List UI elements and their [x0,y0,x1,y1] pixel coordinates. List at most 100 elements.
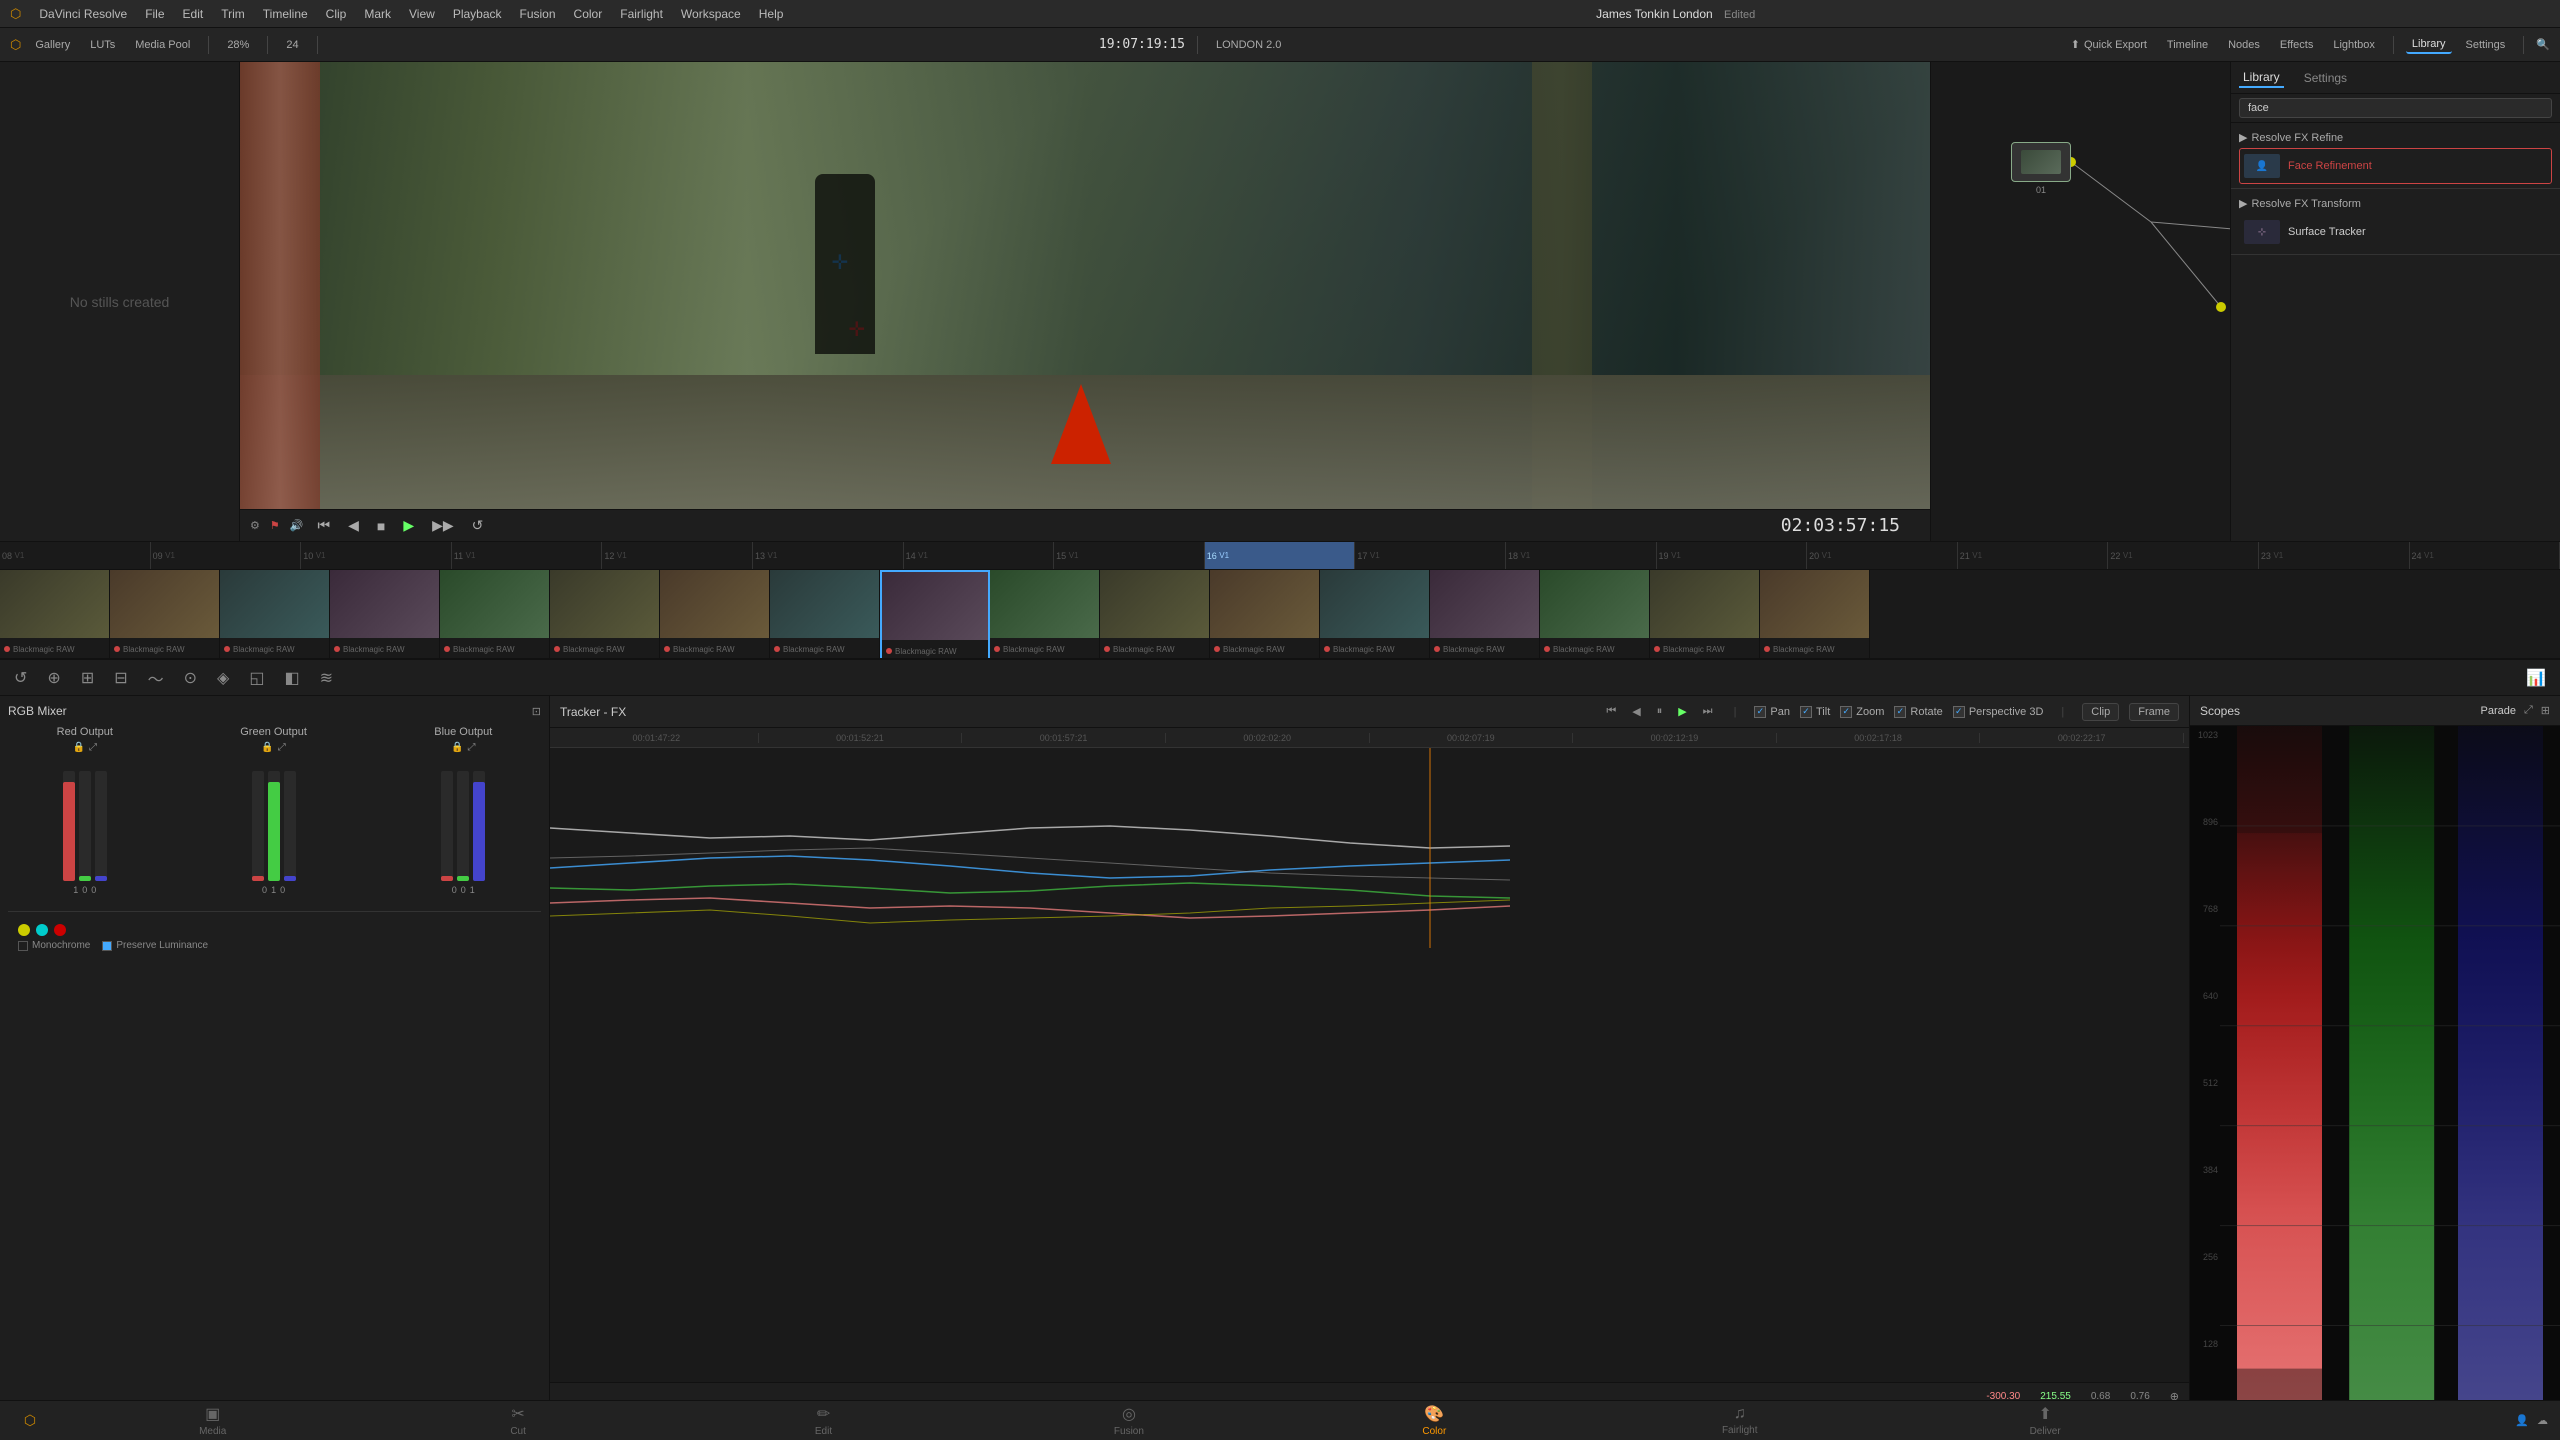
tracker-go-end[interactable]: ⏭ [1703,705,1713,718]
motion-effects-btn[interactable]: ≋ [316,666,337,690]
perspective3d-check[interactable]: Perspective 3D [1953,706,2044,718]
clip-thumb-08[interactable]: Blackmagic RAW [0,570,110,660]
qualifier-btn[interactable]: ◈ [213,666,233,690]
menu-mark[interactable]: Mark [364,7,391,21]
menu-workspace[interactable]: Workspace [681,7,741,21]
gallery-btn[interactable]: Gallery [29,37,76,53]
menu-fusion[interactable]: Fusion [520,7,556,21]
monochrome-option[interactable]: Monochrome [18,940,90,951]
clip-marker-16[interactable]: 16 V1 [1205,542,1356,569]
clip-thumb-23[interactable]: Blackmagic RAW [1650,570,1760,660]
menu-playback[interactable]: Playback [453,7,502,21]
menu-trim[interactable]: Trim [221,7,245,21]
clip-marker-21[interactable]: 21 V1 [1958,542,2109,569]
nav-media[interactable]: ▣ Media [60,1401,365,1440]
scope-toggle-btn[interactable]: 📊 [2522,666,2550,690]
composite-btn[interactable]: ◧ [280,666,303,690]
clip-thumb-14[interactable]: Blackmagic RAW [660,570,770,660]
menu-view[interactable]: View [409,7,435,21]
clip-marker-20[interactable]: 20 V1 [1807,542,1958,569]
menu-fairlight[interactable]: Fairlight [620,7,663,21]
pan-check[interactable]: Pan [1754,706,1790,718]
menu-help[interactable]: Help [759,7,784,21]
cloud-icon[interactable]: ☁ [2537,1414,2548,1427]
loop-btn[interactable]: ↺ [468,515,488,536]
clip-thumb-13[interactable]: Blackmagic RAW [550,570,660,660]
rotate-checkbox[interactable] [1894,706,1906,718]
viewer-settings-icon[interactable]: ⚙ [250,519,260,532]
cyan-dot[interactable] [36,924,48,936]
clip-thumb-16[interactable]: Blackmagic RAW [880,570,990,660]
clip-thumb-24[interactable]: Blackmagic RAW [1760,570,1870,660]
clip-thumb-17[interactable]: Blackmagic RAW [990,570,1100,660]
media-pool-btn[interactable]: Media Pool [129,37,196,53]
quick-export-btn[interactable]: ⬆ Quick Export [2065,36,2153,53]
rgb-mixer-expand[interactable]: ⊡ [532,705,541,718]
clip-thumb-21[interactable]: Blackmagic RAW [1430,570,1540,660]
clip-thumb-12[interactable]: Blackmagic RAW [440,570,550,660]
clip-marker-19[interactable]: 19 V1 [1657,542,1808,569]
clip-thumb-18[interactable]: Blackmagic RAW [1100,570,1210,660]
clip-marker-09[interactable]: 09 V1 [151,542,302,569]
library-tab-active[interactable]: Library [2406,36,2452,54]
scope-options-btn[interactable]: ⊞ [2541,704,2550,717]
reset-btn[interactable]: ↺ [10,666,31,690]
lib-item-face-refinement[interactable]: 👤 Face Refinement [2239,148,2552,184]
perspective3d-checkbox[interactable] [1953,706,1965,718]
user-icon[interactable]: 👤 [2515,1414,2529,1427]
clip-thumb-20[interactable]: Blackmagic RAW [1320,570,1430,660]
clip-marker-18[interactable]: 18 V1 [1506,542,1657,569]
clip-marker-24[interactable]: 24 V1 [2410,542,2560,569]
clip-marker-14[interactable]: 14 V1 [904,542,1055,569]
menu-color[interactable]: Color [574,7,603,21]
rotate-check[interactable]: Rotate [1894,706,1942,718]
lightbox-btn[interactable]: Lightbox [2327,37,2381,53]
clip-thumb-11[interactable]: Blackmagic RAW [330,570,440,660]
luts-btn[interactable]: LUTs [84,37,121,53]
clip-thumb-19[interactable]: Blackmagic RAW [1210,570,1320,660]
flag-icon[interactable]: ⚑ [270,519,280,532]
timeline-btn[interactable]: Timeline [2161,37,2214,53]
clip-marker-23[interactable]: 23 V1 [2259,542,2410,569]
scope-expand-btn[interactable]: ⤢ [2524,704,2533,717]
next-frame-btn[interactable]: ▶▶ [428,515,458,536]
menu-file[interactable]: File [145,7,164,21]
clip-marker-13[interactable]: 13 V1 [753,542,904,569]
menu-timeline[interactable]: Timeline [263,7,308,21]
preserve-luminance-check[interactable] [102,941,112,951]
clip-marker-15[interactable]: 15 V1 [1054,542,1205,569]
clip-thumb-15[interactable]: Blackmagic RAW [770,570,880,660]
monochrome-check[interactable] [18,941,28,951]
clip-marker-11[interactable]: 11 V1 [452,542,603,569]
frame-num[interactable]: 24 [280,37,304,53]
node-serial-btn[interactable]: ⊞ [77,666,98,690]
menu-edit[interactable]: Edit [183,7,204,21]
pan-checkbox[interactable] [1754,706,1766,718]
node-parallel-btn[interactable]: ⊟ [110,666,131,690]
tab-settings[interactable]: Settings [2300,69,2351,87]
red-dot[interactable] [54,924,66,936]
go-start-btn[interactable]: ⏮ [313,515,334,536]
yellow-dot[interactable] [18,924,30,936]
tracker-go-start[interactable]: ⏮ [1606,705,1616,718]
menu-clip[interactable]: Clip [326,7,347,21]
zoom-check[interactable]: Zoom [1840,706,1884,718]
tracker-play-back[interactable]: ◀ [1632,705,1640,718]
tracker-tool-btn[interactable]: ⊙ [180,666,201,690]
clip-marker-22[interactable]: 22 V1 [2108,542,2259,569]
clip-marker-10[interactable]: 10 V1 [301,542,452,569]
frame-btn[interactable]: Frame [2129,703,2179,721]
effects-btn[interactable]: Effects [2274,37,2319,53]
tracker-play[interactable]: ▶ [1678,705,1686,718]
clip-btn[interactable]: Clip [2082,703,2119,721]
nav-color[interactable]: 🎨 Color [1282,1401,1587,1440]
lib-item-surface-tracker[interactable]: ⊹ Surface Tracker [2239,214,2552,250]
nav-fairlight[interactable]: ♫ Fairlight [1587,1401,1892,1440]
settings-tab[interactable]: Settings [2460,37,2512,53]
clip-thumb-22[interactable]: Blackmagic RAW [1540,570,1650,660]
search-input[interactable] [2239,98,2552,118]
tilt-checkbox[interactable] [1800,706,1812,718]
tilt-check[interactable]: Tilt [1800,706,1830,718]
preserve-luminance-option[interactable]: Preserve Luminance [102,940,208,951]
nav-fusion[interactable]: ◎ Fusion [976,1401,1281,1440]
